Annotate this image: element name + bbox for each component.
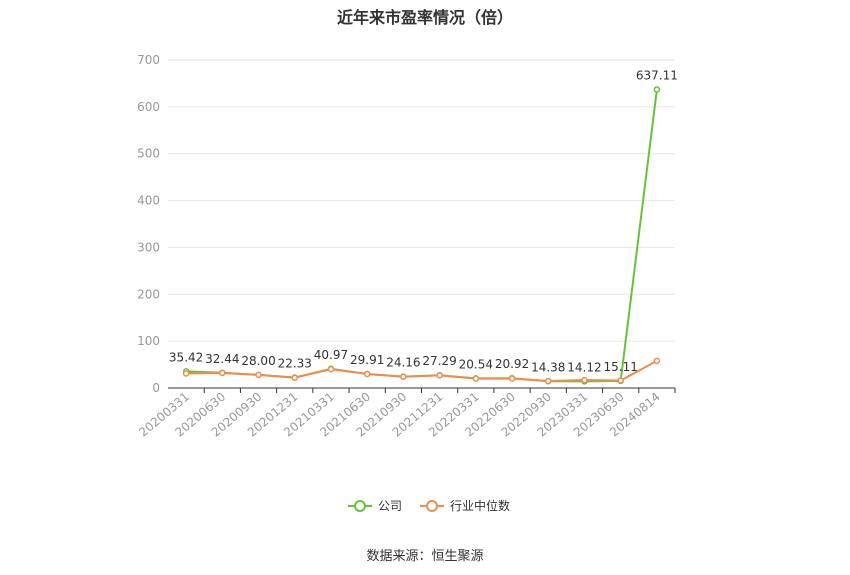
x-axis: 2020033120200630202009302020123120210331… [136, 387, 676, 440]
data-point [545, 377, 552, 385]
y-tick-label: 100 [137, 334, 160, 348]
data-label: 20.54 [459, 357, 493, 371]
data-label: 14.38 [531, 360, 565, 374]
y-tick-label: 600 [137, 100, 160, 114]
y-tick-label: 500 [137, 147, 160, 161]
data-point [219, 369, 226, 377]
data-label: 14.12 [567, 360, 601, 374]
data-point [581, 376, 588, 384]
data-point [400, 373, 407, 381]
legend: 公司 行业中位数 [348, 498, 510, 513]
data-label: 32.44 [205, 352, 239, 366]
legend-marker [354, 500, 366, 512]
y-tick-label: 300 [137, 240, 160, 254]
y-tick-label: 400 [137, 194, 160, 208]
y-tick-label: 200 [137, 287, 160, 301]
data-point [182, 370, 190, 377]
data-label: 637.11 [636, 68, 678, 82]
y-tick-label: 0 [152, 381, 160, 395]
data-point [436, 372, 443, 379]
data-label: 20.92 [495, 357, 529, 371]
data-point [508, 375, 516, 382]
source-note: 数据来源：恒生聚源 [366, 549, 484, 564]
legend-marker [426, 500, 438, 512]
data-label: 22.33 [278, 357, 312, 371]
data-label: 27.29 [422, 354, 456, 368]
data-point [653, 357, 661, 365]
data-point [327, 366, 335, 373]
data-labels: 35.42 32.44 28.00 22.3340.97 29.91 24.16 27.29… [169, 68, 678, 374]
data-label: 40.97 [314, 348, 348, 362]
data-point [653, 86, 661, 93]
data-point [363, 370, 371, 378]
series-line-0 [186, 89, 658, 383]
series-group [182, 86, 661, 385]
data-label: 28.00 [241, 354, 275, 368]
data-point [617, 377, 624, 384]
data-label: 24.16 [386, 356, 420, 370]
grid-lines [168, 59, 675, 342]
line-chart: 0 100 200 300 400 500 600 700 20200331202006302… [136, 53, 678, 513]
y-tick-label: 700 [137, 53, 160, 67]
data-label: 29.91 [350, 353, 384, 367]
data-point [291, 374, 298, 381]
data-label: 35.42 [169, 350, 203, 364]
data-point [255, 371, 262, 379]
data-label: 15.11 [603, 360, 637, 374]
legend-label: 公司 [378, 499, 402, 513]
data-point [472, 375, 480, 382]
y-axis: 0 100 200 300 400 500 600 700 [137, 53, 160, 395]
legend-label: 行业中位数 [450, 498, 510, 513]
